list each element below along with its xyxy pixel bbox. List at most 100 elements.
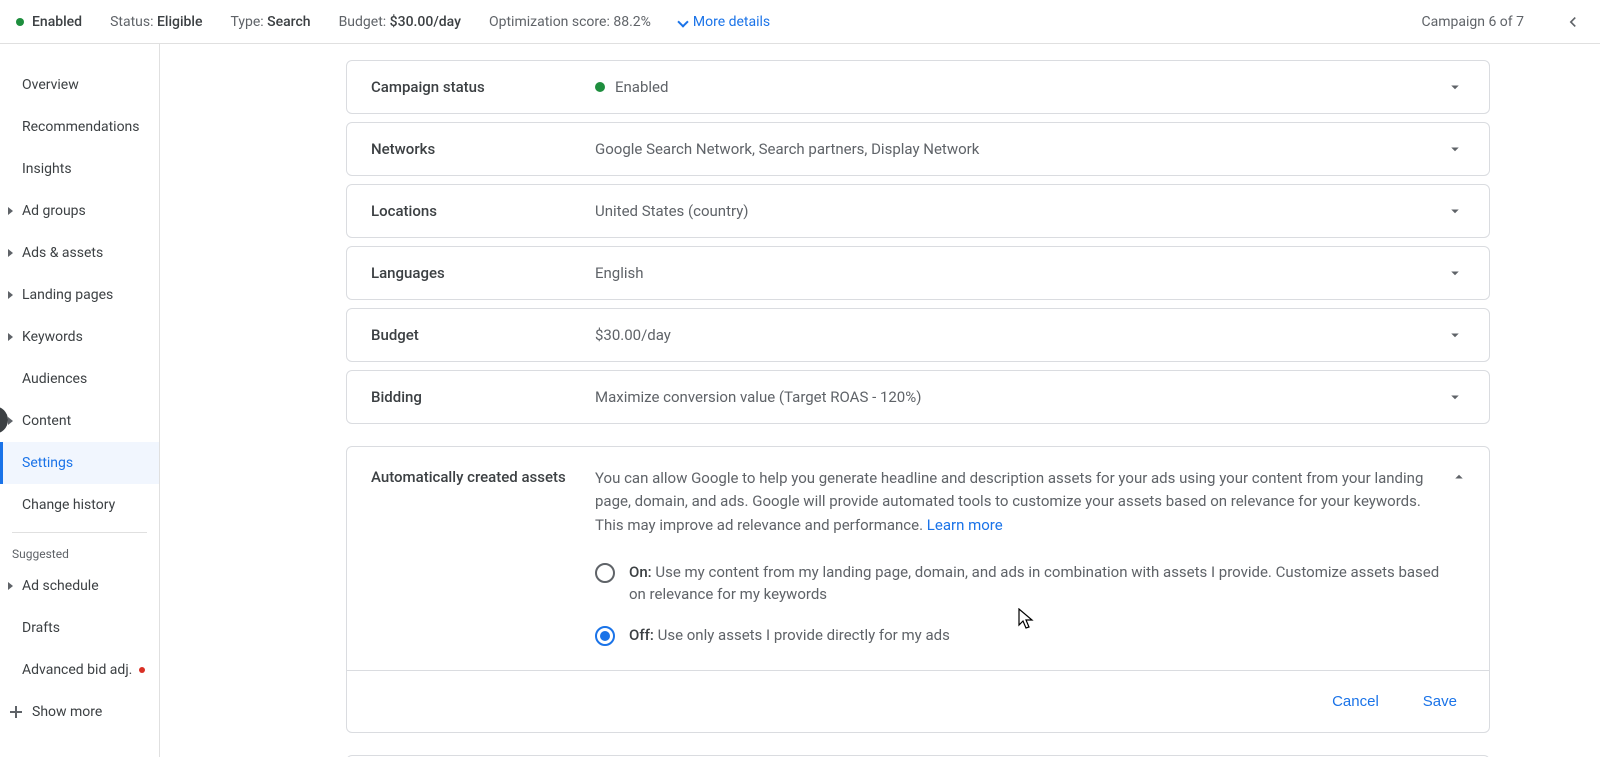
type-value: Search (267, 14, 310, 30)
card-label: Bidding (371, 388, 595, 406)
collapse-toggle[interactable] (1449, 467, 1469, 487)
previous-campaign-button[interactable] (1562, 11, 1584, 33)
status-field: Status: Eligible (110, 14, 202, 30)
sidebar-item-ads-assets[interactable]: Ads & assets (0, 232, 159, 274)
radio-icon (595, 626, 615, 646)
sidebar-item-audiences[interactable]: Audiences (0, 358, 159, 400)
expand-toggle[interactable] (1445, 77, 1465, 97)
sidebar-item-content[interactable]: Content (0, 400, 159, 442)
summary-bar: Enabled Status: Eligible Type: Search Bu… (0, 0, 1600, 44)
card-value: Google Search Network, Search partners, … (595, 140, 1445, 158)
campaign-status-value: Enabled (615, 78, 668, 96)
sidebar-show-more[interactable]: Show more (0, 691, 159, 733)
card-networks[interactable]: Networks Google Search Network, Search p… (346, 122, 1490, 176)
sidebar-item-landing-pages[interactable]: Landing pages (0, 274, 159, 316)
auto-assets-desc-text: You can allow Google to help you generat… (595, 469, 1423, 534)
option-off-bold: Off: (629, 626, 654, 644)
chevron-left-icon (1563, 12, 1583, 32)
more-details-link[interactable]: More details (679, 14, 770, 30)
sidebar-item-keywords[interactable]: Keywords (0, 316, 159, 358)
opt-key: Optimization score: (489, 14, 610, 30)
card-value: United States (country) (595, 202, 1445, 220)
save-button[interactable]: Save (1415, 687, 1465, 716)
sidebar-item-label: Content (22, 413, 71, 429)
card-label: Campaign status (371, 78, 595, 96)
chevron-down-icon (1446, 78, 1464, 96)
sidebar-item-change-history[interactable]: Change history (0, 484, 159, 526)
card-locations[interactable]: Locations United States (country) (346, 184, 1490, 238)
sidebar-item-overview[interactable]: Overview (0, 64, 159, 106)
sidebar-item-label: Ads & assets (22, 245, 103, 261)
sidebar-item-label: Audiences (22, 371, 87, 387)
expand-toggle[interactable] (1445, 263, 1465, 283)
card-label: Networks (371, 140, 595, 158)
expand-toggle[interactable] (1445, 387, 1465, 407)
campaign-counter: Campaign 6 of 7 (1422, 14, 1524, 30)
card-label: Budget (371, 326, 595, 344)
caret-right-icon (8, 291, 13, 299)
sidebar-item-label: Insights (22, 161, 72, 177)
notification-dot-icon (139, 667, 145, 673)
option-on[interactable]: On: Use my content from my landing page,… (595, 561, 1445, 606)
settings-main: Campaign status Enabled Networks Google … (160, 44, 1600, 757)
sidebar-item-insights[interactable]: Insights (0, 148, 159, 190)
learn-more-link[interactable]: Learn more (927, 516, 1003, 534)
option-off-text: Use only assets I provide directly for m… (654, 626, 950, 644)
plus-icon (8, 704, 24, 720)
card-campaign-status[interactable]: Campaign status Enabled (346, 60, 1490, 114)
chevron-down-icon (1446, 264, 1464, 282)
expand-toggle[interactable] (1445, 201, 1465, 221)
card-budget[interactable]: Budget $30.00/day (346, 308, 1490, 362)
option-off[interactable]: Off: Use only assets I provide directly … (595, 624, 1445, 647)
status-key: Status: (110, 14, 153, 30)
card-bidding[interactable]: Bidding Maximize conversion value (Targe… (346, 370, 1490, 424)
caret-right-icon (8, 333, 13, 341)
status-dot-icon (16, 18, 24, 26)
card-auto-assets: Automatically created assets You can all… (346, 446, 1490, 733)
sidebar-item-settings[interactable]: Settings (0, 442, 159, 484)
sidebar-item-drafts[interactable]: Drafts (0, 607, 159, 649)
more-details-label: More details (693, 14, 770, 30)
auto-assets-radio-group: On: Use my content from my landing page,… (595, 561, 1445, 647)
option-on-bold: On: (629, 563, 652, 581)
sidebar-item-label: Recommendations (22, 119, 140, 135)
cancel-button[interactable]: Cancel (1324, 687, 1387, 716)
status-dot-icon (595, 82, 605, 92)
chevron-down-icon (1446, 202, 1464, 220)
sidebar-item-label: Ad schedule (22, 578, 99, 594)
status-value: Eligible (157, 14, 203, 30)
chevron-up-icon (1450, 468, 1468, 486)
card-value: $30.00/day (595, 326, 1445, 344)
option-on-text: Use my content from my landing page, dom… (629, 563, 1439, 604)
expand-toggle[interactable] (1445, 139, 1465, 159)
card-label: Languages (371, 264, 595, 282)
chevron-down-icon (1446, 326, 1464, 344)
sidebar: Overview Recommendations Insights Ad gro… (0, 44, 160, 757)
status-pill[interactable]: Enabled (16, 14, 82, 30)
sidebar-item-ad-groups[interactable]: Ad groups (0, 190, 159, 232)
sidebar-item-ad-schedule[interactable]: Ad schedule (0, 565, 159, 607)
card-value: Maximize conversion value (Target ROAS -… (595, 388, 1445, 406)
sidebar-item-advanced-bid-adj[interactable]: Advanced bid adj. (0, 649, 159, 691)
card-value: Enabled (595, 78, 1445, 96)
sidebar-item-label: Landing pages (22, 287, 113, 303)
expand-toggle[interactable] (1445, 325, 1465, 345)
card-value: English (595, 264, 1445, 282)
sidebar-item-recommendations[interactable]: Recommendations (0, 106, 159, 148)
card-label: Locations (371, 202, 595, 220)
sidebar-item-label: Drafts (22, 620, 60, 636)
divider (12, 532, 147, 533)
chevron-down-icon (1446, 388, 1464, 406)
type-field: Type: Search (230, 14, 310, 30)
caret-right-icon (8, 207, 13, 215)
sidebar-subhead-suggested: Suggested (0, 539, 159, 565)
auto-assets-footer: Cancel Save (347, 670, 1489, 732)
card-languages[interactable]: Languages English (346, 246, 1490, 300)
auto-assets-description: You can allow Google to help you generat… (595, 467, 1445, 537)
sidebar-item-label: Ad groups (22, 203, 86, 219)
caret-right-icon (8, 417, 13, 425)
auto-assets-title: Automatically created assets (371, 467, 595, 646)
sidebar-item-label: Change history (22, 497, 115, 513)
sidebar-item-label: Overview (22, 77, 79, 93)
budget-key: Budget: (339, 14, 387, 30)
